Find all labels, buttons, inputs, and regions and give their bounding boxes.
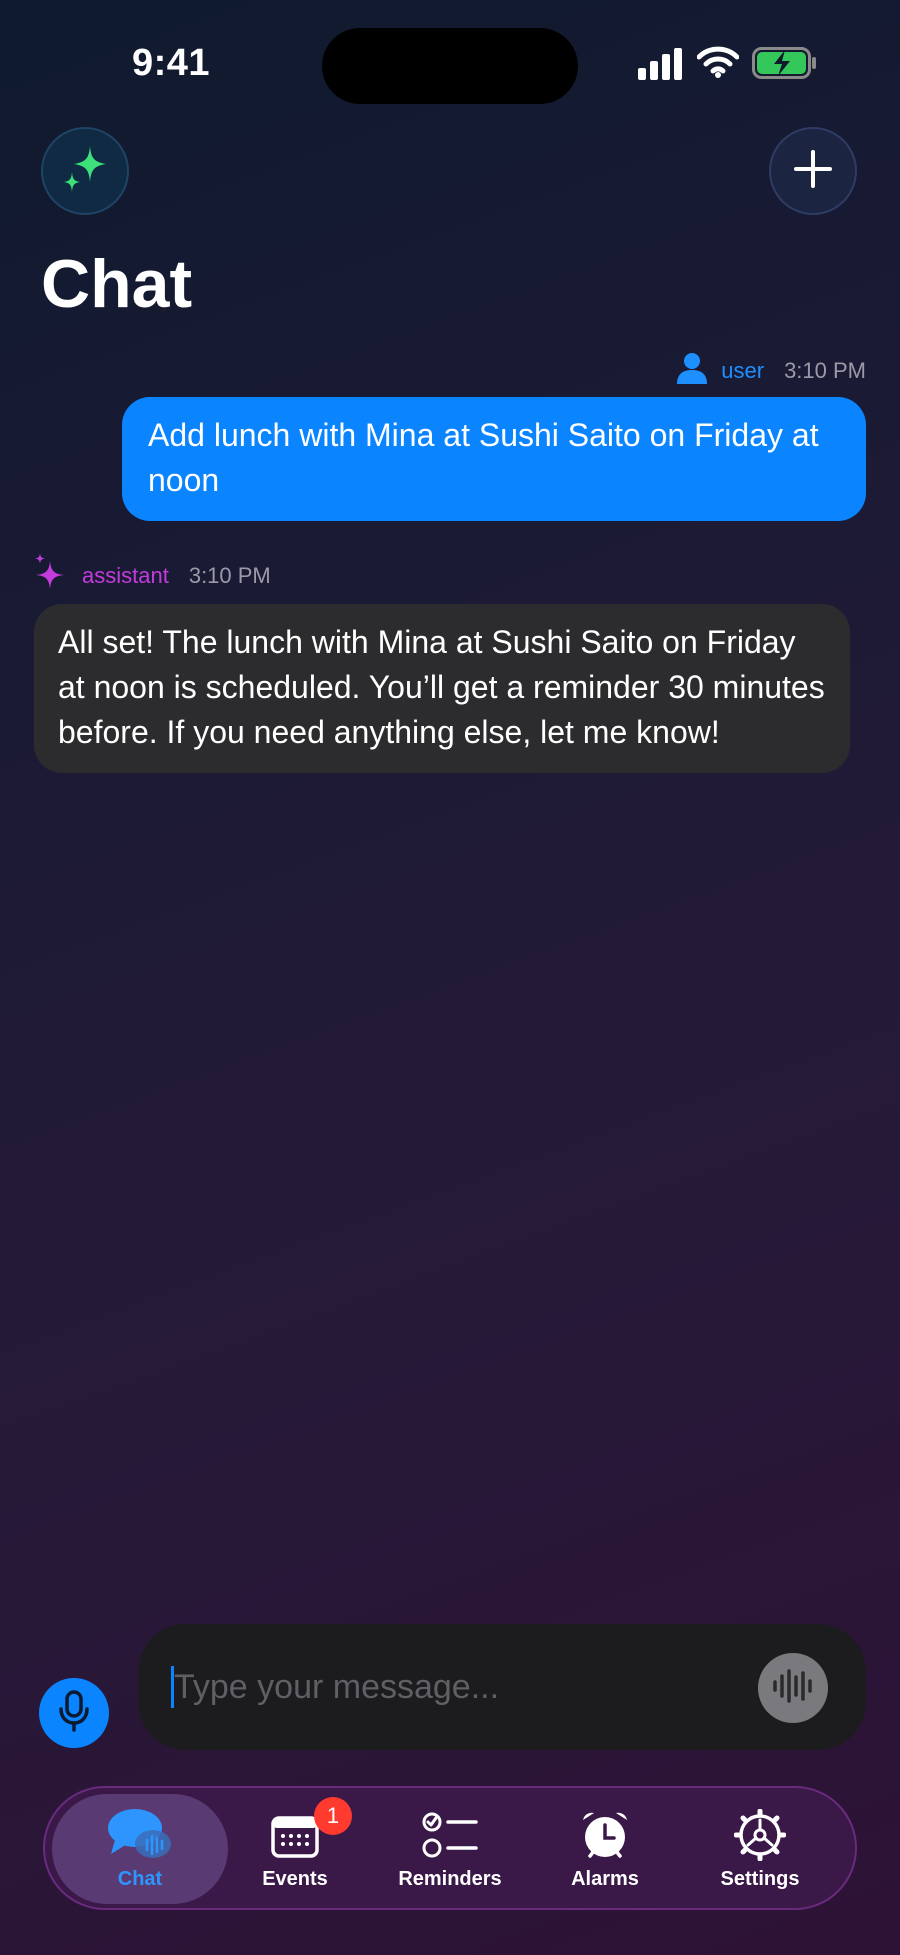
- tab-label-events: Events: [262, 1868, 328, 1890]
- assistant-message-time: 3:10 PM: [188, 563, 271, 588]
- battery-charging-icon: [752, 47, 818, 84]
- dynamic-island: [322, 28, 578, 104]
- gear-icon: [734, 1808, 786, 1862]
- assistant-message-meta: assistant 3:10 PM: [34, 553, 271, 599]
- user-message-bubble: Add lunch with Mina at Sushi Saito on Fr…: [122, 397, 866, 521]
- tab-label-settings: Settings: [720, 1868, 800, 1890]
- assistant-sparkle-button[interactable]: [41, 127, 129, 215]
- tab-reminders[interactable]: Reminders: [390, 1794, 510, 1904]
- assistant-message-bubble: All set! The lunch with Mina at Sushi Sa…: [34, 604, 850, 773]
- tab-settings[interactable]: Settings: [712, 1794, 808, 1904]
- chat-bubbles-icon: [107, 1808, 173, 1862]
- tab-label-reminders: Reminders: [398, 1868, 502, 1890]
- page-title: Chat: [41, 246, 193, 322]
- checklist-icon: [422, 1808, 478, 1862]
- waveform-icon: [772, 1668, 814, 1709]
- wifi-icon: [696, 46, 740, 83]
- calendar-icon: [271, 1808, 319, 1862]
- plus-icon: [793, 149, 833, 194]
- tab-label-alarms: Alarms: [571, 1868, 639, 1890]
- tab-alarms[interactable]: Alarms: [556, 1794, 654, 1904]
- user-message-time: 3:10 PM: [784, 358, 866, 383]
- new-chat-button[interactable]: [769, 127, 857, 215]
- sparkle-icon: [60, 144, 110, 199]
- message-input[interactable]: [174, 1662, 734, 1712]
- voice-mode-button[interactable]: [758, 1653, 828, 1723]
- assistant-sparkle-icon: [34, 553, 68, 599]
- microphone-button[interactable]: [39, 1678, 109, 1748]
- tab-chat[interactable]: Chat: [52, 1794, 228, 1904]
- person-icon: [677, 352, 708, 390]
- user-message-meta: user 3:10 PM: [677, 352, 866, 390]
- microphone-icon: [57, 1689, 91, 1737]
- tab-label-chat: Chat: [117, 1868, 163, 1890]
- cellular-signal-icon: [638, 48, 684, 85]
- status-time: 9:41: [132, 42, 211, 84]
- assistant-sender-label: assistant: [82, 563, 169, 588]
- user-sender-label: user: [721, 358, 765, 383]
- events-badge: 1: [314, 1797, 352, 1835]
- alarm-clock-icon: [580, 1808, 630, 1862]
